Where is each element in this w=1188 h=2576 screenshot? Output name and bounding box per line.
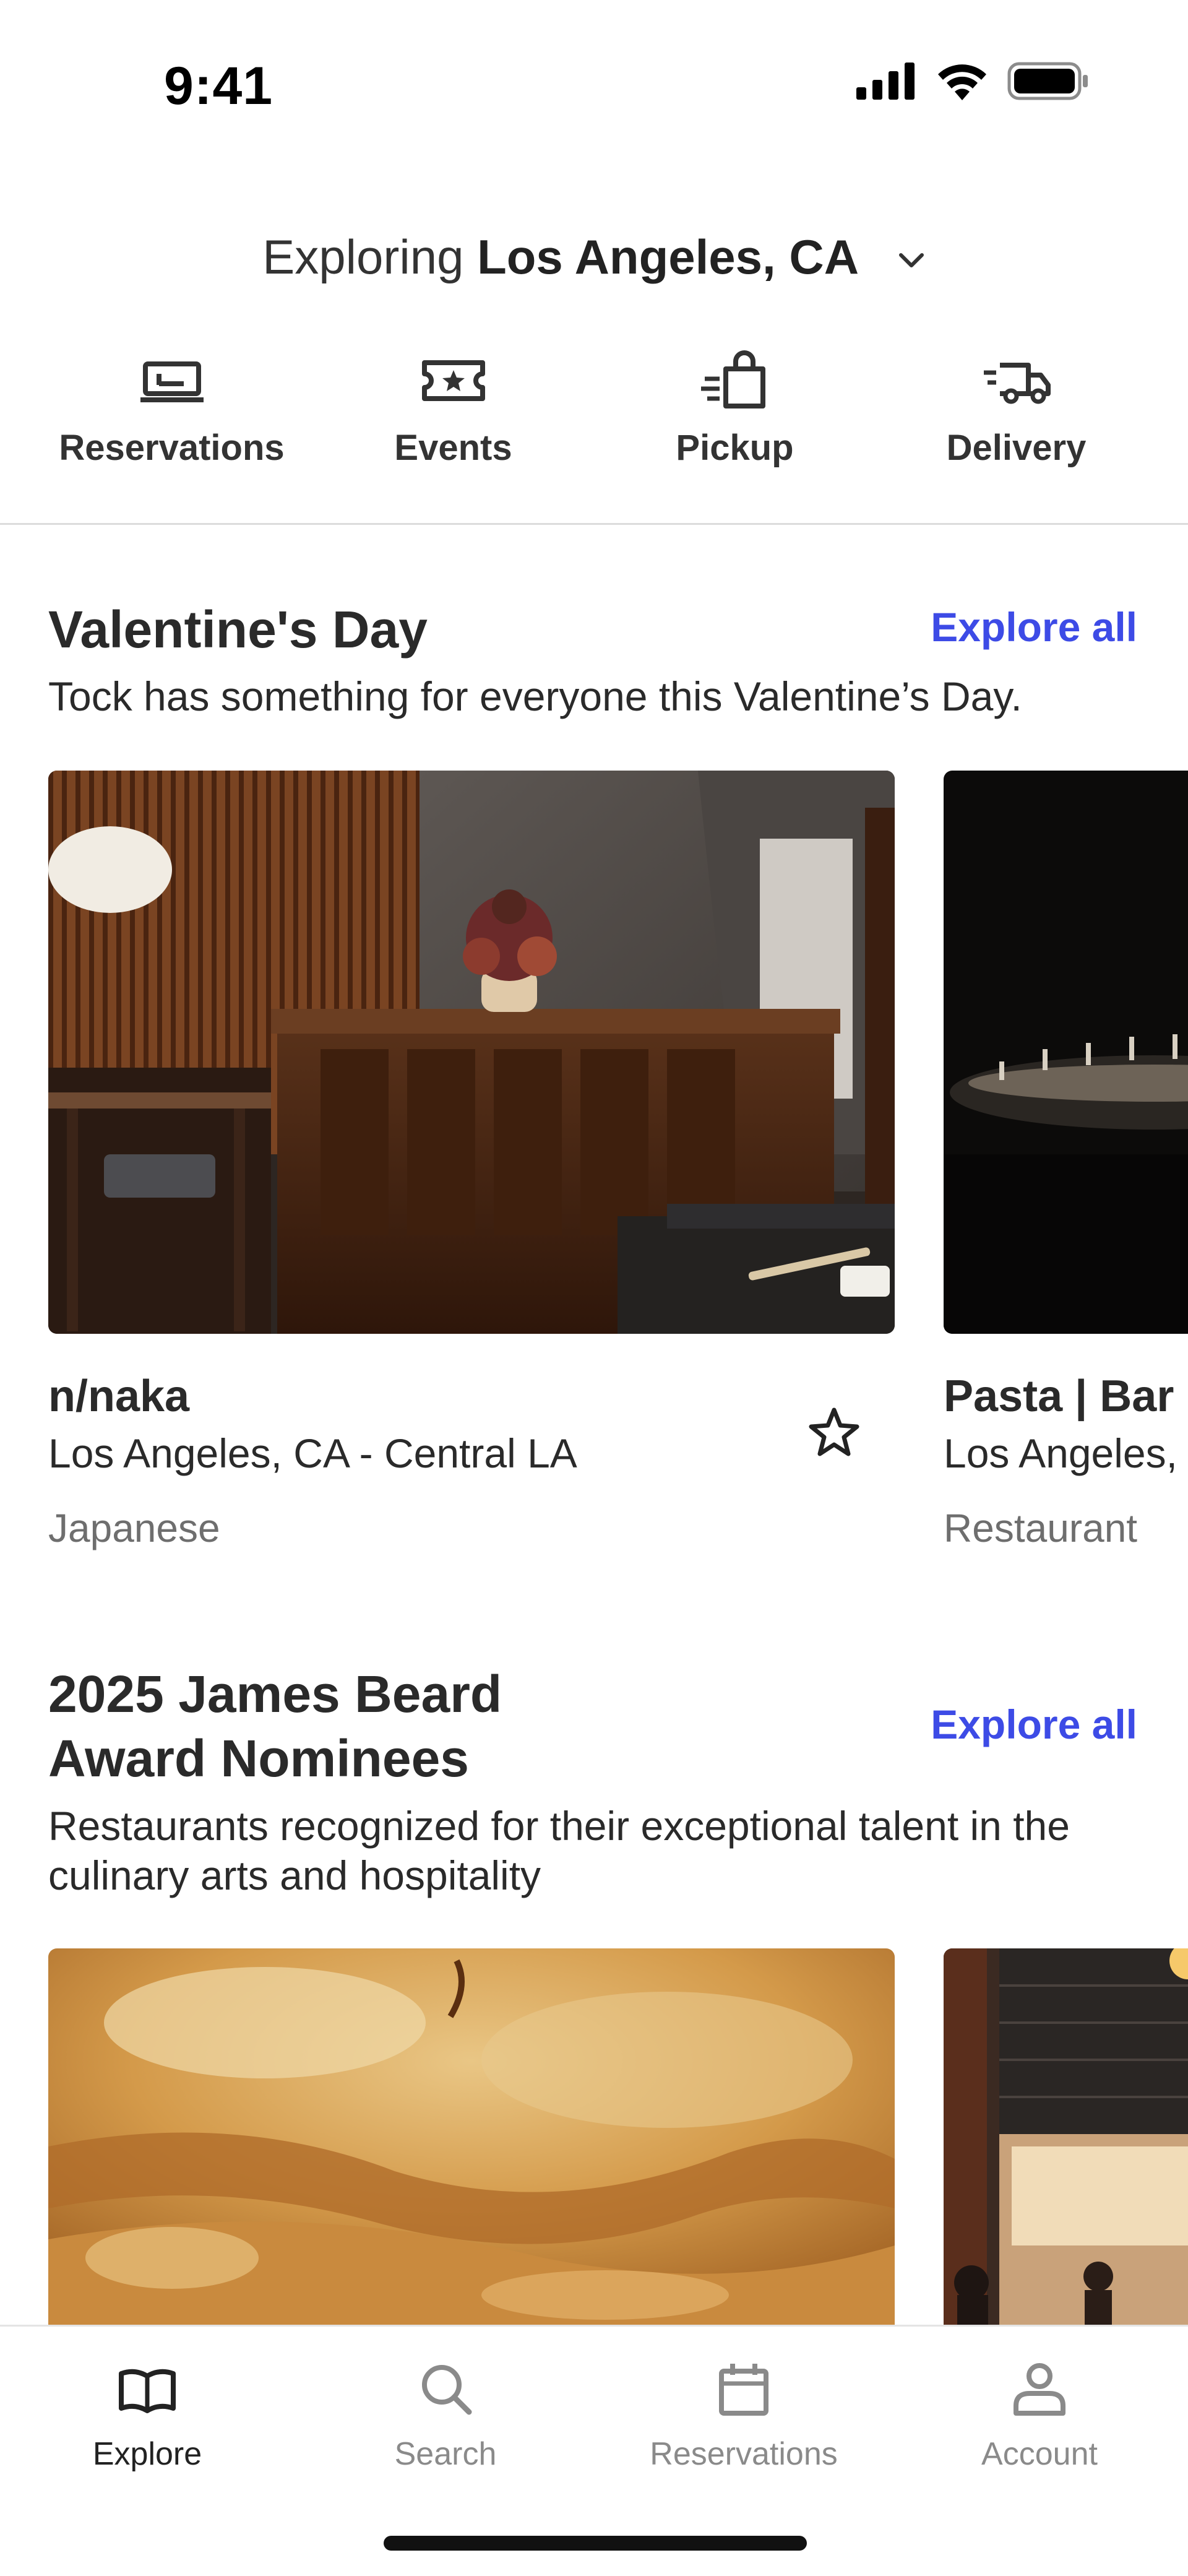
category-row: Reservations Events Pickup Delivery [0, 347, 1188, 495]
restaurant-photo[interactable] [48, 771, 895, 1334]
divider [0, 523, 1188, 525]
status-bar: 9:41 [0, 0, 1188, 161]
restaurant-name[interactable]: n/naka [48, 1371, 189, 1422]
person-icon [1014, 2363, 1065, 2416]
nav-label: Reservations [650, 2436, 838, 2472]
bottom-nav: Explore Search Reservations Account [0, 2325, 1188, 2576]
reservation-icon [140, 361, 204, 402]
category-label: Reservations [59, 428, 285, 468]
search-icon [422, 2365, 472, 2415]
category-delivery[interactable]: Delivery [876, 347, 1157, 495]
calendar-icon [719, 2364, 768, 2416]
location-city: Los Angeles, CA [477, 230, 859, 284]
nav-label: Explore [92, 2436, 202, 2472]
nav-search[interactable]: Search [316, 2358, 575, 2473]
section-title-line: 2025 James Beard [48, 1665, 502, 1723]
nav-label: Account [981, 2436, 1098, 2472]
nav-explore[interactable]: Explore [17, 2358, 277, 2473]
bag-icon [700, 350, 765, 408]
pastry-image [48, 1948, 895, 2325]
status-time: 9:41 [164, 56, 273, 116]
chevron-down-icon [898, 253, 924, 268]
category-events[interactable]: Events [312, 347, 594, 495]
ticket-icon [421, 360, 485, 401]
category-reservations[interactable]: Reservations [31, 347, 312, 495]
battery-icon [1007, 62, 1088, 100]
cellular-signal-icon [856, 63, 915, 100]
category-label: Pickup [676, 428, 794, 468]
restaurant-location: Los Angeles, CA - Central LA [48, 1430, 577, 1476]
section-title: 2025 James Beard Award Nominees [48, 1662, 502, 1791]
nav-account[interactable]: Account [910, 2358, 1169, 2473]
location-selector[interactable]: Exploring Los Angeles, CA [0, 229, 1188, 285]
category-label: Events [394, 428, 512, 468]
restaurant-cuisine: Restaurant [944, 1506, 1138, 1550]
restaurant-interior-image [48, 771, 895, 1334]
restaurant-dining-room-image [944, 771, 1188, 1334]
section-subtitle: Restaurants recognized for their excepti… [48, 1803, 1070, 1898]
wifi-icon [938, 64, 986, 100]
restaurant-cuisine: Japanese [48, 1506, 220, 1550]
restaurant-storefront-image [944, 1948, 1188, 2325]
nav-label: Search [394, 2436, 497, 2472]
restaurant-location: Los Angeles, [944, 1430, 1177, 1476]
restaurant-name[interactable]: Pasta | Bar [944, 1371, 1174, 1422]
book-icon [119, 2369, 176, 2413]
restaurant-photo[interactable] [48, 1948, 895, 2325]
section-title: Valentine's Day [48, 600, 428, 659]
nav-reservations[interactable]: Reservations [614, 2358, 874, 2473]
location-prefix: Exploring [262, 230, 464, 284]
status-icons [855, 62, 1089, 100]
restaurant-photo[interactable] [944, 1948, 1188, 2325]
category-label: Delivery [946, 428, 1087, 468]
restaurant-photo[interactable] [944, 771, 1188, 1334]
section-subtitle: Tock has something for everyone this Val… [48, 673, 1022, 719]
explore-all-link[interactable]: Explore all [931, 1701, 1137, 1748]
delivery-truck-icon [983, 363, 1051, 404]
category-pickup[interactable]: Pickup [594, 347, 876, 495]
star-icon[interactable] [806, 1405, 862, 1461]
section-title-line: Award Nominees [48, 1729, 469, 1787]
home-indicator [384, 2536, 807, 2551]
explore-all-link[interactable]: Explore all [931, 603, 1137, 650]
